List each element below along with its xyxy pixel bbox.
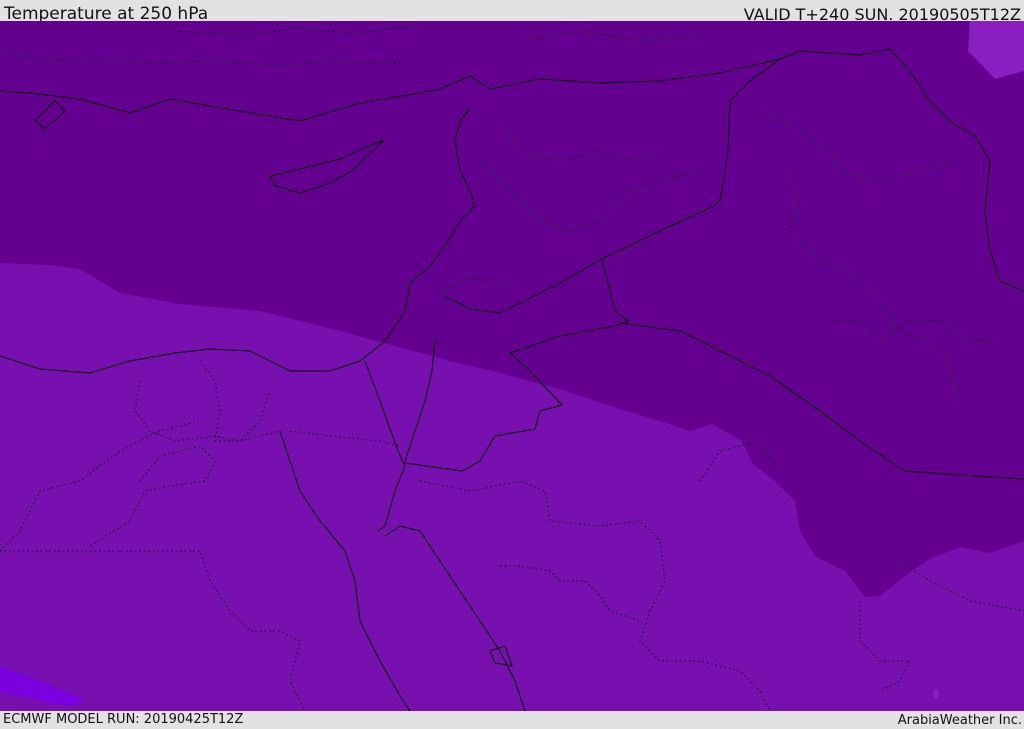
temperature-map [0, 21, 1024, 711]
footer-bar: ECMWF MODEL RUN: 20190425T12Z ArabiaWeat… [0, 711, 1024, 729]
model-run-label: ECMWF MODEL RUN: 20190425T12Z [3, 712, 244, 727]
brand-label: ArabiaWeather Inc. [897, 713, 1022, 728]
header-bar: Temperature at 250 hPa VALID T+240 SUN. … [0, 0, 1024, 24]
red-sea-spot [933, 689, 939, 699]
